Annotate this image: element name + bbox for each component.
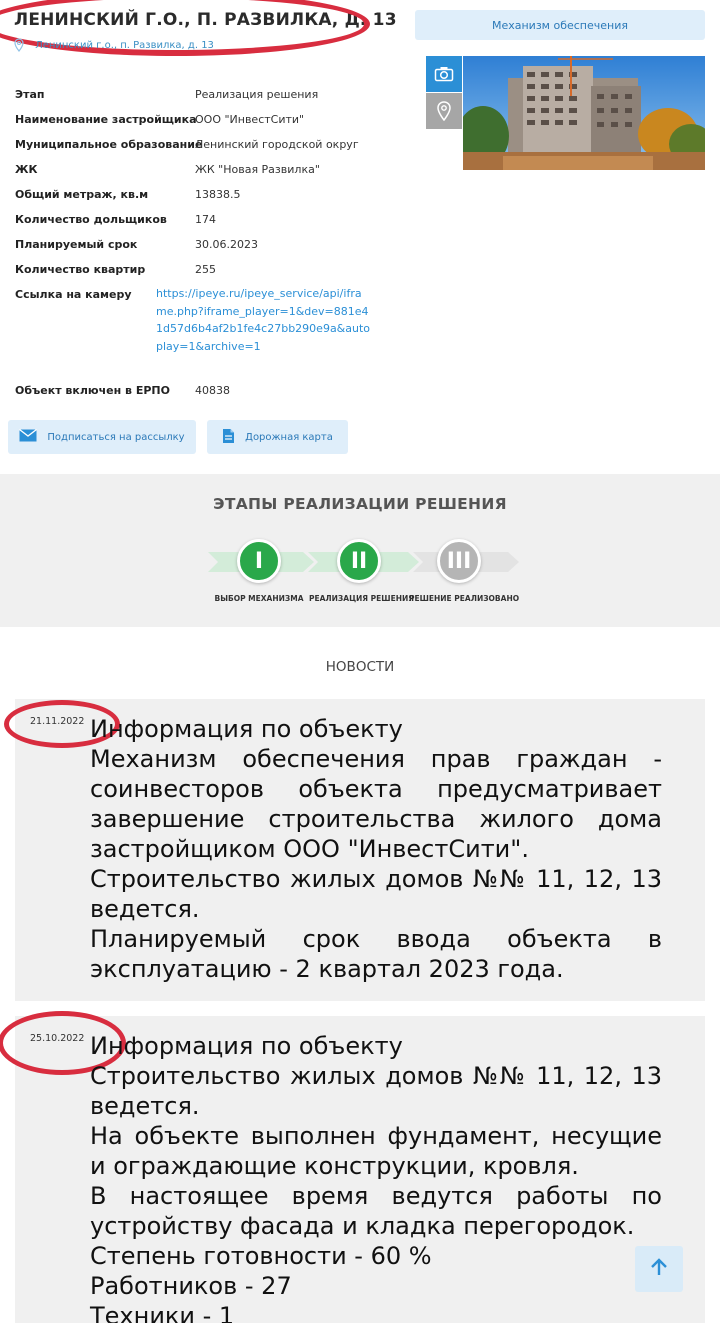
stage-2-circle: II [337, 539, 381, 583]
subscribe-button[interactable]: Подписаться на рассылку [8, 420, 196, 454]
info-label-area: Общий метраж, кв.м [15, 188, 149, 201]
news-paragraph: Планируемый срок ввода объекта в эксплуа… [90, 925, 662, 983]
news-paragraph: Техники - 1 [90, 1302, 235, 1323]
info-label-municipality: Муниципальное образование [15, 138, 203, 151]
camera-icon[interactable] [426, 56, 462, 92]
construction-photo[interactable] [463, 56, 705, 170]
stages-title: ЭТАПЫ РЕАЛИЗАЦИИ РЕШЕНИЯ [213, 495, 507, 513]
news-title[interactable]: Информация по объекту [90, 714, 662, 744]
news-body: Информация по объекту Строительство жилы… [90, 1031, 662, 1323]
map-pin-icon[interactable] [426, 93, 462, 129]
stage-3-circle: III [437, 539, 481, 583]
info-value-erpo: 40838 [195, 384, 230, 397]
news-paragraph: Работников - 27 [90, 1272, 292, 1300]
info-value-complex: ЖК "Новая Развилка" [195, 163, 320, 176]
camera-link[interactable]: https://ipeye.ru/ipeye_service/api/ifram… [156, 285, 371, 355]
address-text[interactable]: Ленинский г.о., п. Развилка, д. 13 [35, 40, 214, 51]
arrow-up-icon [649, 1257, 669, 1281]
news-heading: НОВОСТИ [325, 659, 395, 675]
info-label-complex: ЖК [15, 163, 38, 176]
news-paragraph: Строительство жилых домов №№ 11, 12, 13 … [90, 1062, 662, 1120]
stage-3-label: РЕШЕНИЕ РЕАЛИЗОВАНО [409, 594, 520, 603]
info-label-stage: Этап [15, 88, 45, 101]
scroll-to-top-button[interactable] [635, 1246, 683, 1292]
stage-1-circle: I [237, 539, 281, 583]
roadmap-button[interactable]: Дорожная карта [207, 420, 348, 454]
info-value-shareholders: 174 [195, 213, 216, 226]
info-value-area: 13838.5 [195, 188, 241, 201]
document-icon [222, 428, 235, 447]
address-link[interactable]: Ленинский г.о., п. Развилка, д. 13 [12, 38, 214, 54]
news-paragraph: Степень готовности - 60 % [90, 1242, 432, 1270]
news-paragraph: В настоящее время ведутся работы по устр… [90, 1182, 662, 1240]
subscribe-label: Подписаться на рассылку [47, 431, 185, 443]
news-title[interactable]: Информация по объекту [90, 1031, 662, 1061]
roadmap-label: Дорожная карта [245, 431, 333, 443]
news-body: Информация по объекту Механизм обеспечен… [90, 714, 662, 984]
news-paragraph: Строительство жилых домов №№ 11, 12, 13 … [90, 865, 662, 923]
mechanism-button[interactable]: Механизм обеспечения [415, 10, 705, 40]
info-label-shareholders: Количество дольщиков [15, 213, 167, 226]
info-label-apartments: Количество квартир [15, 263, 146, 276]
info-value-apartments: 255 [195, 263, 216, 276]
stage-1-label: ВЫБОР МЕХАНИЗМА [214, 594, 304, 603]
map-pin-icon [12, 38, 26, 52]
envelope-icon [19, 428, 38, 445]
info-value-municipality: Ленинский городской округ [195, 138, 359, 151]
info-label-erpo: Объект включен в ЕРПО [15, 384, 170, 397]
info-value-developer: ООО "ИнвестСити" [195, 113, 305, 126]
media-tabs [426, 56, 462, 129]
info-label-deadline: Планируемый срок [15, 238, 138, 251]
news-paragraph: Механизм обеспечения прав граждан - соин… [90, 745, 662, 863]
info-value-deadline: 30.06.2023 [195, 238, 258, 251]
news-paragraph: На объекте выполнен фундамент, несущие и… [90, 1122, 662, 1180]
info-value-stage: Реализация решения [195, 88, 319, 101]
info-label-developer: Наименование застройщика [15, 113, 197, 126]
stage-2-label: РЕАЛИЗАЦИЯ РЕШЕНИЯ [309, 594, 415, 603]
info-label-camera: Ссылка на камеру [15, 288, 132, 301]
